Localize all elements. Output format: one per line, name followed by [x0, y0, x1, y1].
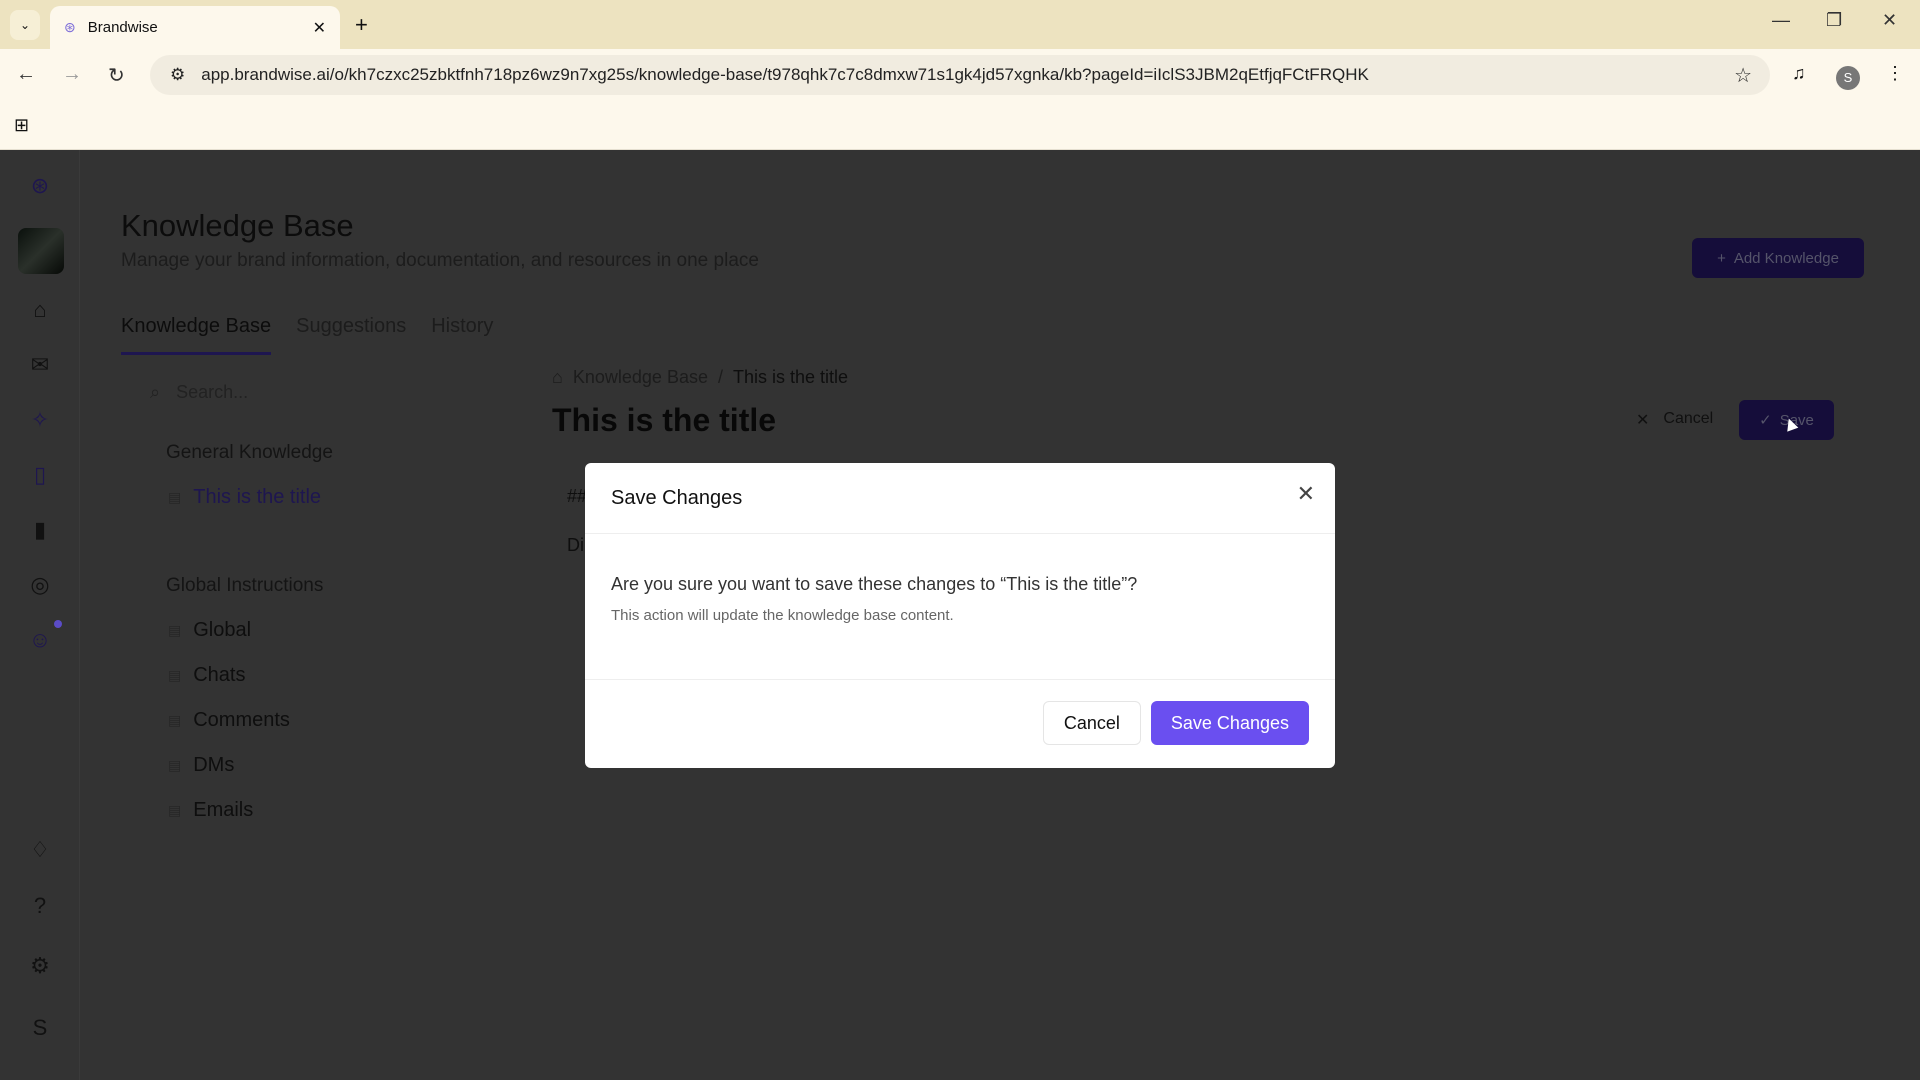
sidebar: ⊛ ⌂ ✉ ✧ ▯ ▮ ◎ ☺ ♢ ? ⚙ S — [0, 150, 80, 1080]
item-label: This is the title — [193, 486, 322, 508]
page-subtitle: Manage your brand information, documenta… — [121, 250, 759, 271]
document-icon: ▤ — [168, 622, 182, 638]
url-text: app.brandwise.ai/o/kh7czxc25zbktfnh718pz… — [201, 65, 1369, 84]
search-placeholder: Search... — [176, 382, 249, 402]
item-label: Comments — [193, 709, 290, 731]
close-icon: ✕ — [1636, 412, 1650, 429]
group-global-instructions[interactable]: Global Instructions — [166, 575, 323, 597]
profile-avatar[interactable]: S — [1836, 66, 1860, 90]
bar-chart-icon[interactable]: ▮ — [26, 516, 54, 544]
list-item[interactable]: ▤ Emails — [168, 799, 253, 822]
bell-icon[interactable]: ♢ — [26, 836, 54, 864]
search-input[interactable]: ⌕ Search... — [150, 382, 248, 403]
help-icon[interactable]: ? — [26, 892, 54, 920]
breadcrumb-separator: / — [717, 367, 723, 387]
breadcrumb-current: This is the title — [733, 367, 849, 387]
item-label: Global — [193, 619, 252, 641]
tab-knowledge-base[interactable]: Knowledge Base — [121, 315, 272, 355]
brandwise-favicon-icon: ⊛ — [64, 19, 76, 35]
item-label: Chats — [193, 664, 246, 686]
add-knowledge-label: Add Knowledge — [1733, 249, 1839, 267]
editor-content-line[interactable]: Di — [567, 535, 584, 556]
forward-icon[interactable]: → — [62, 63, 82, 86]
document-title: This is the title — [552, 402, 777, 438]
group-general-knowledge[interactable]: General Knowledge — [166, 442, 333, 464]
close-window-icon[interactable]: ✕ — [1882, 10, 1897, 31]
brand-avatar[interactable] — [18, 228, 64, 274]
sparkles-icon[interactable]: ✧ — [26, 406, 54, 434]
close-tab-icon[interactable]: ✕ — [313, 18, 326, 38]
back-icon[interactable]: ← — [16, 63, 36, 86]
document-icon: ▤ — [168, 667, 182, 683]
list-item[interactable]: ▤ Chats — [168, 664, 245, 687]
new-tab-button[interactable]: + — [355, 12, 368, 38]
item-label: DMs — [193, 754, 235, 776]
document-icon: ▤ — [168, 802, 182, 818]
settings-gear-icon[interactable]: ⚙ — [26, 952, 54, 980]
document-icon: ▤ — [168, 757, 182, 773]
close-icon[interactable]: ✕ — [1297, 481, 1315, 507]
dialog-title: Save Changes — [611, 486, 743, 509]
minimize-icon[interactable]: — — [1772, 10, 1790, 31]
assistant-icon[interactable]: ☺ — [26, 626, 54, 654]
tab-title: Brandwise — [87, 19, 158, 36]
owl-logo-icon[interactable]: ⊛ — [26, 172, 54, 200]
book-icon[interactable]: ▯ — [26, 461, 54, 489]
tabs: Knowledge Base Suggestions History — [121, 315, 493, 355]
notification-dot — [54, 620, 62, 628]
document-icon: ▤ — [168, 712, 182, 728]
cancel-button[interactable]: Cancel — [1042, 701, 1141, 745]
restore-icon[interactable]: ❐ — [1826, 10, 1842, 31]
target-icon[interactable]: ◎ — [26, 571, 54, 599]
list-item[interactable]: ▤ This is the title — [168, 486, 321, 509]
address-bar[interactable]: ⚙ app.brandwise.ai/o/kh7czxc25zbktfnh718… — [150, 55, 1770, 95]
save-changes-dialog: Save Changes ✕ Are you sure you want to … — [585, 463, 1335, 768]
browser-tab[interactable]: ⊛ Brandwise ✕ — [50, 6, 340, 49]
breadcrumb: ⌂ Knowledge Base / This is the title — [552, 367, 848, 388]
save-changes-button[interactable]: Save Changes — [1150, 701, 1309, 745]
home-icon: ⌂ — [552, 367, 563, 387]
media-control-icon[interactable]: ♫ — [1792, 63, 1806, 84]
apps-grid-icon[interactable]: ⊞ — [14, 115, 29, 136]
cancel-label: Cancel — [1663, 410, 1714, 427]
dialog-note: This action will update the knowledge ba… — [611, 607, 954, 624]
bookmarks-bar: ⊞ — [0, 101, 1920, 150]
list-item[interactable]: ▤ Comments — [168, 709, 290, 732]
site-info-icon[interactable]: ⚙ — [170, 65, 185, 85]
list-item[interactable]: ▤ DMs — [168, 754, 234, 777]
editor-cancel-button[interactable]: ✕ Cancel — [1636, 410, 1713, 430]
list-item[interactable]: ▤ Global — [168, 619, 251, 642]
add-knowledge-button[interactable]: + Add Knowledge — [1692, 238, 1864, 278]
reload-icon[interactable]: ↻ — [108, 63, 125, 88]
item-label: Emails — [193, 799, 254, 821]
inbox-icon[interactable]: ✉ — [26, 351, 54, 379]
address-bar-row: ← → ↻ ⚙ app.brandwise.ai/o/kh7czxc25zbkt… — [0, 49, 1920, 101]
bookmark-star-icon[interactable]: ☆ — [1734, 63, 1752, 88]
tab-search-dropdown[interactable]: ⌄ — [10, 10, 40, 40]
home-icon[interactable]: ⌂ — [26, 296, 54, 324]
tab-history[interactable]: History — [431, 315, 493, 355]
search-icon: ⌕ — [150, 382, 161, 402]
page-title: Knowledge Base — [121, 208, 354, 243]
user-initial[interactable]: S — [26, 1014, 54, 1042]
browser-tabstrip: ⌄ ⊛ Brandwise ✕ + — ❐ ✕ — [0, 0, 1920, 49]
menu-kebab-icon[interactable]: ⋮ — [1886, 63, 1904, 84]
check-icon: ✓ — [1759, 412, 1772, 429]
plus-icon: + — [1717, 249, 1726, 267]
dialog-question: Are you sure you want to save these chan… — [611, 574, 1138, 594]
document-icon: ▤ — [168, 489, 182, 505]
breadcrumb-root[interactable]: Knowledge Base — [573, 367, 708, 388]
tab-suggestions[interactable]: Suggestions — [296, 315, 406, 355]
